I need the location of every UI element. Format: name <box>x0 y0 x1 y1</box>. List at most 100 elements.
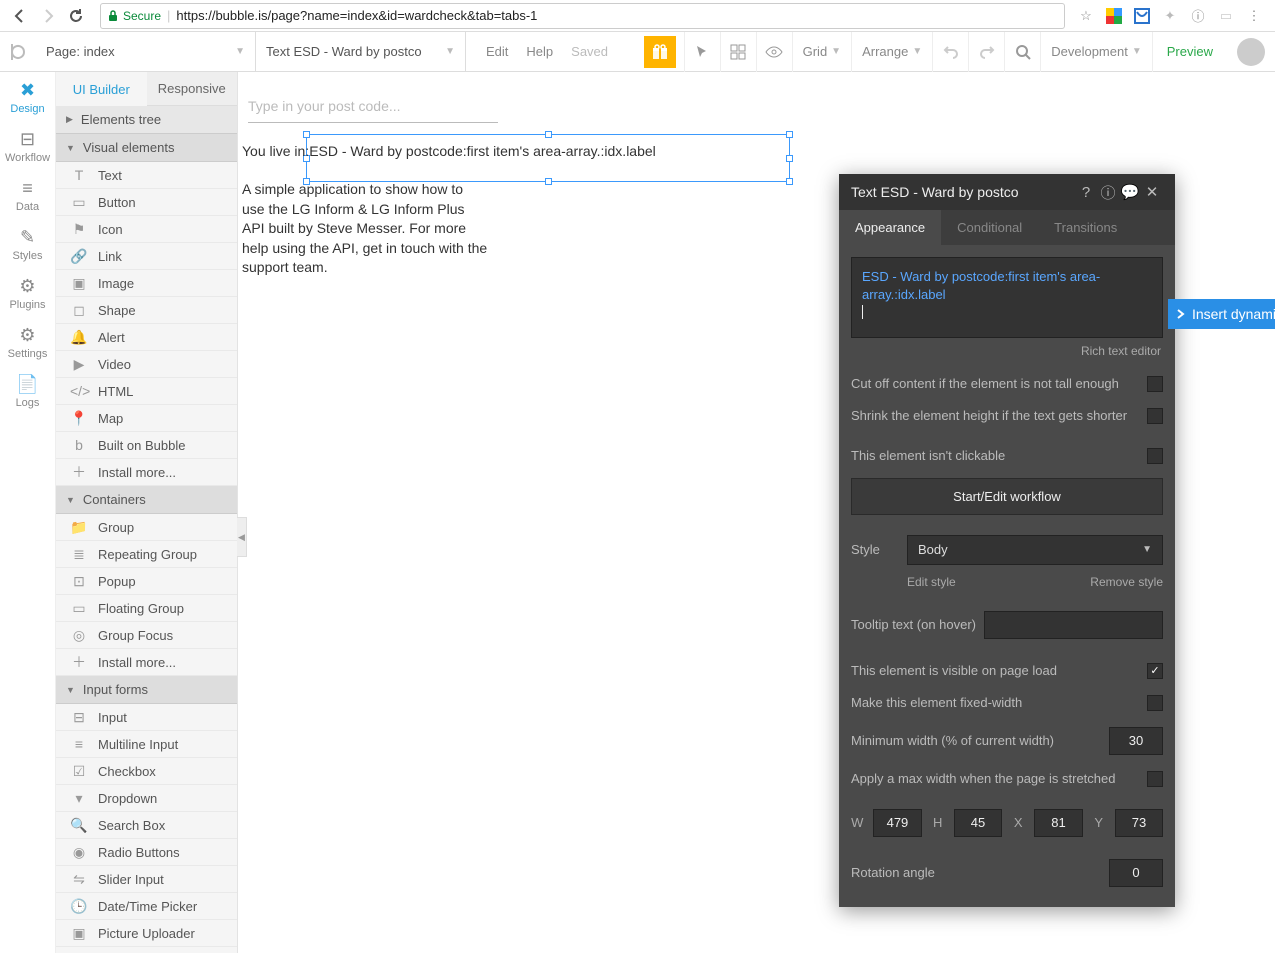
tab-appearance[interactable]: Appearance <box>839 210 941 245</box>
workflow-button[interactable]: Start/Edit workflow <box>851 478 1163 515</box>
container-repeating-group[interactable]: ≣Repeating Group <box>56 541 237 568</box>
input-slider-input[interactable]: ⇋Slider Input <box>56 866 237 893</box>
rail-plugins[interactable]: ⚙Plugins <box>0 268 56 317</box>
rail-data[interactable]: ≡Data <box>0 170 56 219</box>
ext-icon-5[interactable]: ▭ <box>1217 7 1235 25</box>
container-install-more[interactable]: ＋Install more... <box>56 649 237 676</box>
height-input[interactable]: 45 <box>954 809 1002 837</box>
container-popup[interactable]: ⊡Popup <box>56 568 237 595</box>
input-picture-uploader[interactable]: ▣Picture Uploader <box>56 920 237 947</box>
insert-dynamic-button[interactable]: Insert dynamic <box>1168 299 1275 329</box>
edit-style-link[interactable]: Edit style <box>907 575 956 589</box>
input-search-box[interactable]: 🔍Search Box <box>56 812 237 839</box>
width-input[interactable]: 479 <box>873 809 921 837</box>
bubble-logo[interactable] <box>0 32 36 72</box>
element-icon: ≡ <box>70 736 88 752</box>
input-date-time-picker[interactable]: 🕒Date/Time Picker <box>56 893 237 920</box>
preview-eye-icon[interactable] <box>756 32 792 72</box>
info-icon[interactable]: ⓘ <box>1097 182 1119 203</box>
ext-icon-2[interactable] <box>1133 7 1151 25</box>
elements-tree-header[interactable]: ▶Elements tree <box>56 106 237 134</box>
cutoff-checkbox[interactable] <box>1147 376 1163 392</box>
page-dropdown[interactable]: Page: index ▼ <box>36 32 256 72</box>
panel-collapse-handle[interactable]: ◀ <box>237 517 247 557</box>
visual-built-on-bubble[interactable]: bBuilt on Bubble <box>56 432 237 459</box>
grid-tool[interactable] <box>720 32 756 72</box>
help-icon[interactable]: ? <box>1075 184 1097 201</box>
ext-icon-3[interactable]: ✦ <box>1161 7 1179 25</box>
rail-logs[interactable]: 📄Logs <box>0 366 56 415</box>
rail-design[interactable]: ✖Design <box>0 72 56 121</box>
preview-button[interactable]: Preview <box>1152 32 1227 72</box>
max-width-checkbox[interactable] <box>1147 771 1163 787</box>
tooltip-input[interactable] <box>984 611 1163 639</box>
input-dropdown[interactable]: ▾Dropdown <box>56 785 237 812</box>
visual-shape[interactable]: ◻Shape <box>56 297 237 324</box>
input-radio-buttons[interactable]: ◉Radio Buttons <box>56 839 237 866</box>
ext-icon-1[interactable] <box>1105 7 1123 25</box>
rail-workflow[interactable]: ⊟Workflow <box>0 121 56 170</box>
avatar[interactable] <box>1237 38 1265 66</box>
visual-map[interactable]: 📍Map <box>56 405 237 432</box>
remove-style-link[interactable]: Remove style <box>1090 575 1163 589</box>
menu-icon[interactable]: ⋮ <box>1245 7 1263 25</box>
rich-text-link[interactable]: Rich text editor <box>851 338 1163 368</box>
element-dropdown[interactable]: Text ESD - Ward by postco ▼ <box>256 32 466 72</box>
visual-text[interactable]: TText <box>56 162 237 189</box>
visual-video[interactable]: ▶Video <box>56 351 237 378</box>
input-multiline-input[interactable]: ≡Multiline Input <box>56 731 237 758</box>
visual-alert[interactable]: 🔔Alert <box>56 324 237 351</box>
rotation-input[interactable]: 0 <box>1109 859 1163 887</box>
star-icon[interactable]: ☆ <box>1077 7 1095 25</box>
text-content-editor[interactable]: ESD - Ward by postcode:first item's area… <box>851 257 1163 338</box>
close-icon[interactable]: ✕ <box>1141 183 1163 201</box>
visual-image[interactable]: ▣Image <box>56 270 237 297</box>
visual-button[interactable]: ▭Button <box>56 189 237 216</box>
rail-settings[interactable]: ⚙Settings <box>0 317 56 366</box>
element-label: Checkbox <box>98 764 156 779</box>
tab-transitions[interactable]: Transitions <box>1038 210 1133 245</box>
visual-elements-header[interactable]: ▼Visual elements <box>56 134 237 162</box>
help-link[interactable]: Help <box>526 44 553 59</box>
containers-header[interactable]: ▼Containers <box>56 486 237 514</box>
search-button[interactable] <box>1004 32 1040 72</box>
visual-install-more[interactable]: ＋Install more... <box>56 459 237 486</box>
x-input[interactable]: 81 <box>1034 809 1082 837</box>
edit-link[interactable]: Edit <box>486 44 508 59</box>
ext-icon-4[interactable]: ⓘ <box>1189 7 1207 25</box>
pointer-tool[interactable] <box>684 32 720 72</box>
style-dropdown[interactable]: Body▼ <box>907 535 1163 565</box>
fixed-width-checkbox[interactable] <box>1147 695 1163 711</box>
visible-checkbox[interactable]: ✓ <box>1147 663 1163 679</box>
environment-dropdown[interactable]: Development▼ <box>1040 32 1152 72</box>
reload-button[interactable] <box>64 4 88 28</box>
visual-link[interactable]: 🔗Link <box>56 243 237 270</box>
visual-html[interactable]: </>HTML <box>56 378 237 405</box>
arrange-dropdown[interactable]: Arrange▼ <box>851 32 932 72</box>
input-input[interactable]: ⊟Input <box>56 704 237 731</box>
tab-conditional[interactable]: Conditional <box>941 210 1038 245</box>
redo-button[interactable] <box>968 32 1004 72</box>
element-icon: ⊡ <box>70 573 88 590</box>
gift-button[interactable] <box>644 36 676 68</box>
visual-icon[interactable]: ⚑Icon <box>56 216 237 243</box>
grid-dropdown[interactable]: Grid▼ <box>792 32 851 72</box>
container-group[interactable]: 📁Group <box>56 514 237 541</box>
container-group-focus[interactable]: ◎Group Focus <box>56 622 237 649</box>
element-label: Shape <box>98 303 136 318</box>
tab-ui-builder[interactable]: UI Builder <box>56 72 147 106</box>
clickable-checkbox[interactable] <box>1147 448 1163 464</box>
y-input[interactable]: 73 <box>1115 809 1163 837</box>
rail-styles[interactable]: ✎Styles <box>0 219 56 268</box>
undo-button[interactable] <box>932 32 968 72</box>
forward-button[interactable] <box>36 4 60 28</box>
url-bar[interactable]: Secure | https://bubble.is/page?name=ind… <box>100 3 1065 29</box>
input-forms-header[interactable]: ▼Input forms <box>56 676 237 704</box>
back-button[interactable] <box>8 4 32 28</box>
input-checkbox[interactable]: ☑Checkbox <box>56 758 237 785</box>
container-floating-group[interactable]: ▭Floating Group <box>56 595 237 622</box>
comment-icon[interactable]: 💬 <box>1119 183 1141 201</box>
tab-responsive[interactable]: Responsive <box>147 72 238 106</box>
min-width-input[interactable]: 30 <box>1109 727 1163 755</box>
shrink-checkbox[interactable] <box>1147 408 1163 424</box>
